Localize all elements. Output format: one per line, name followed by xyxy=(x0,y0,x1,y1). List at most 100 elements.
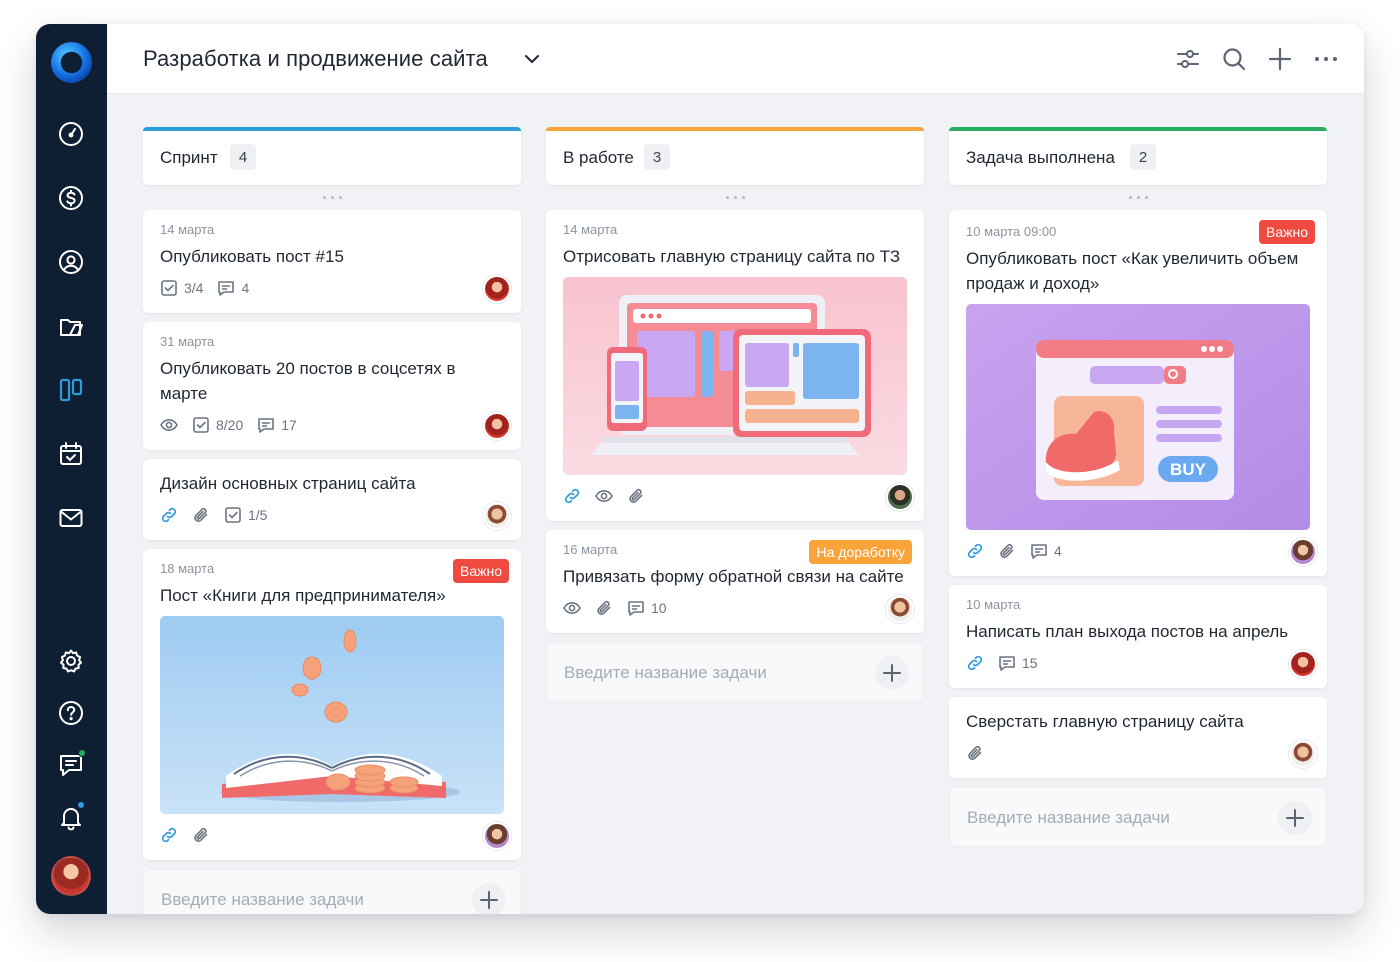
chat-unread-dot xyxy=(78,749,86,757)
more-icon[interactable] xyxy=(1313,46,1339,72)
help-icon[interactable] xyxy=(56,698,86,728)
column-count: 3 xyxy=(644,144,670,170)
search-icon[interactable] xyxy=(1221,46,1247,72)
link-icon xyxy=(161,507,177,523)
card-date: 14 марта xyxy=(160,222,215,237)
assignee-avatar[interactable] xyxy=(483,502,511,530)
assignee-avatar[interactable] xyxy=(1289,538,1317,566)
status-badge: На доработку xyxy=(809,540,912,564)
column-drag-handle[interactable] xyxy=(546,185,924,210)
column-count: 4 xyxy=(230,144,256,170)
column-header[interactable]: Спринт 4 xyxy=(143,127,521,185)
project-title[interactable]: Разработка и продвижение сайта xyxy=(143,46,488,72)
task-card[interactable]: 14 марта Отрисовать главную страницу сай… xyxy=(546,210,924,521)
task-card[interactable]: Сверстать главную страницу сайта xyxy=(949,697,1327,778)
sidebar xyxy=(36,24,107,914)
checklist-count: 1/5 xyxy=(248,507,268,523)
card-title: Сверстать главную страницу сайта xyxy=(966,712,1244,731)
bell-icon[interactable] xyxy=(56,801,86,832)
folder-icon[interactable] xyxy=(56,311,86,341)
checklist-icon xyxy=(193,417,209,433)
plus-icon xyxy=(480,891,498,909)
eye-icon xyxy=(595,489,613,503)
assignee-avatar[interactable] xyxy=(483,412,511,440)
assignee-avatar[interactable] xyxy=(1289,740,1317,768)
add-task-input[interactable]: Введите название задачи xyxy=(546,642,924,702)
task-card[interactable]: 18 марта Важно Пост «Книги для предприни… xyxy=(143,549,521,860)
add-task-placeholder: Введите название задачи xyxy=(564,663,767,682)
card-date: 14 марта xyxy=(563,222,618,237)
plus-icon[interactable] xyxy=(1267,46,1293,72)
dashboard-icon[interactable] xyxy=(56,119,86,149)
chevron-down-icon[interactable] xyxy=(521,48,543,70)
card-title: Отрисовать главную страницу сайта по ТЗ xyxy=(563,247,901,266)
paperclip-icon xyxy=(629,489,643,503)
card-title: Дизайн основных страниц сайта xyxy=(160,474,416,493)
column-drag-handle[interactable] xyxy=(949,185,1327,210)
column-drag-handle[interactable] xyxy=(143,185,521,210)
kanban-icon[interactable] xyxy=(56,375,86,405)
add-task-button[interactable] xyxy=(875,656,909,690)
column-header[interactable]: В работе 3 xyxy=(546,127,924,185)
comment-icon xyxy=(258,418,275,433)
task-card[interactable]: 31 марта Опубликовать 20 постов в соцсет… xyxy=(143,322,521,450)
app-logo[interactable] xyxy=(50,41,93,84)
calendar-icon[interactable] xyxy=(56,439,86,469)
dollar-icon[interactable] xyxy=(56,183,86,213)
paperclip-icon xyxy=(968,746,982,760)
comment-count: 10 xyxy=(651,600,667,616)
notification-dot xyxy=(77,801,85,809)
task-card[interactable]: 16 марта На доработку Привязать форму об… xyxy=(546,530,924,633)
mail-icon[interactable] xyxy=(56,503,86,533)
column-title: Спринт xyxy=(160,148,218,167)
add-task-button[interactable] xyxy=(472,883,506,914)
card-title: Привязать форму обратной связи на сайте xyxy=(563,567,904,586)
comment-count: 17 xyxy=(281,417,297,433)
assignee-avatar[interactable] xyxy=(483,822,511,850)
plus-icon xyxy=(883,664,901,682)
add-task-input[interactable]: Введите название задачи xyxy=(143,869,521,914)
assignee-avatar[interactable] xyxy=(886,483,914,511)
link-icon xyxy=(564,488,580,504)
user-icon[interactable] xyxy=(56,247,86,277)
app-window: Разработка и продвижение сайта Спринт 4 … xyxy=(36,24,1364,914)
card-title: Опубликовать пост #15 xyxy=(160,247,344,266)
checklist-icon xyxy=(225,507,241,523)
assignee-avatar[interactable] xyxy=(886,595,914,623)
user-avatar[interactable] xyxy=(51,856,91,896)
comment-icon xyxy=(999,656,1015,671)
buy-text: BUY xyxy=(1170,460,1207,479)
task-card[interactable]: 10 марта 09:00 Важно Опубликовать пост «… xyxy=(949,210,1327,576)
column-sprint: Спринт 4 14 марта Опубликовать пост #15 … xyxy=(143,127,521,914)
task-card[interactable]: 14 марта Опубликовать пост #15 3/4 4 xyxy=(143,210,521,313)
card-title: Опубликовать 20 постов в соцсетях в март… xyxy=(160,359,456,403)
gear-icon[interactable] xyxy=(56,646,86,676)
card-date: 10 марта xyxy=(966,597,1021,612)
card-date: 31 марта xyxy=(160,334,215,349)
paperclip-icon xyxy=(597,601,611,615)
link-icon xyxy=(161,827,177,843)
checklist-count: 3/4 xyxy=(184,280,204,296)
column-title: В работе xyxy=(563,148,634,167)
comment-count: 15 xyxy=(1022,655,1038,671)
assignee-avatar[interactable] xyxy=(483,275,511,303)
column-header[interactable]: Задача выполнена 2 xyxy=(949,127,1327,185)
plus-icon xyxy=(1286,809,1304,827)
task-card[interactable]: Дизайн основных страниц сайта 1/5 xyxy=(143,459,521,540)
comment-icon xyxy=(1031,544,1047,559)
link-icon xyxy=(967,543,983,559)
add-task-button[interactable] xyxy=(1278,801,1312,835)
add-task-input[interactable]: Введите название задачи xyxy=(949,787,1327,847)
comment-icon xyxy=(218,281,235,296)
priority-badge: Важно xyxy=(452,559,509,583)
filter-icon[interactable] xyxy=(1175,46,1201,72)
paperclip-icon xyxy=(194,508,208,522)
card-title: Пост «Книги для предпринимателя» xyxy=(160,586,446,605)
comment-count: 4 xyxy=(1054,543,1062,559)
assignee-avatar[interactable] xyxy=(1289,650,1317,678)
chat-icon[interactable] xyxy=(56,749,86,780)
task-card[interactable]: 10 марта Написать план выхода постов на … xyxy=(949,585,1327,688)
column-title: Задача выполнена xyxy=(966,148,1115,167)
column-done: Задача выполнена 2 10 марта 09:00 Важно … xyxy=(949,127,1327,847)
topbar: Разработка и продвижение сайта xyxy=(107,24,1364,94)
